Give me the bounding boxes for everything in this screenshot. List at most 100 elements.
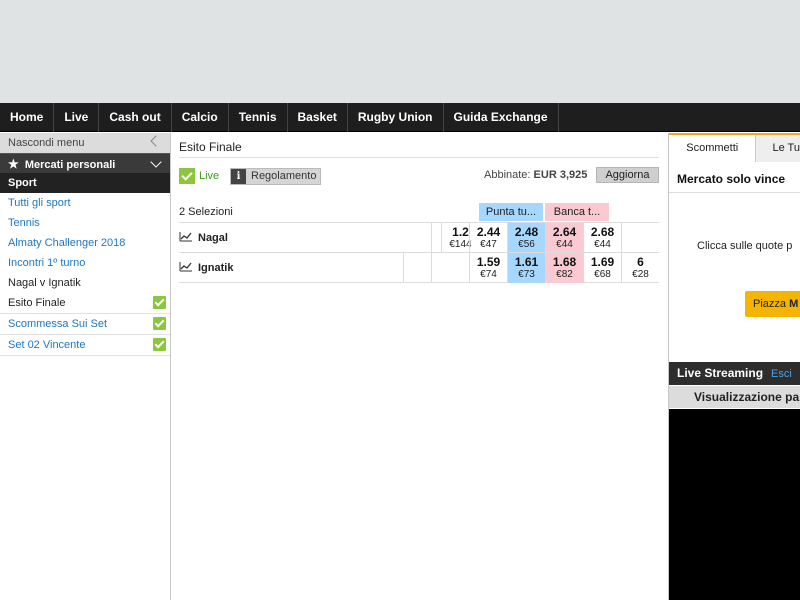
odds-size: €28 (632, 269, 649, 280)
hide-menu-toggle[interactable]: Nascondi menu (0, 133, 170, 153)
best-lay-odds-cell[interactable]: 1.68 €82 (545, 253, 583, 283)
chevron-left-icon (150, 135, 162, 147)
odds-size: €44 (594, 239, 611, 250)
odds-size: €44 (556, 239, 573, 250)
odds-price: 1.68 (552, 255, 577, 269)
runner-label: Ignatik (198, 262, 234, 274)
betslip-panel: Scommetti Le Tu Mercato solo vince Clicc… (668, 133, 800, 600)
selections-count: 2 Selezioni (179, 206, 233, 218)
place-bets-label: Piazza (753, 298, 787, 310)
odds-size: €82 (556, 269, 573, 280)
runner-name[interactable]: Ignatik (179, 261, 233, 274)
odds-cell[interactable] (431, 253, 469, 283)
sidebar-link-tennis[interactable]: Tennis (0, 213, 170, 233)
live-streaming-header: Live Streaming Esci (669, 362, 800, 385)
browser-blank-area (0, 0, 800, 103)
odds-size: €47 (480, 239, 497, 250)
odds-size: €73 (518, 269, 535, 280)
sidebar-link-round[interactable]: Incontri 1º turno (0, 253, 170, 273)
odds-price: 2.64 (552, 225, 577, 239)
odds-price: 2.68 (590, 225, 615, 239)
runner-row: Ignatik 1.59 €74 1.61 €73 1.68 €82 1.69 €68 … (179, 252, 659, 283)
chart-icon (179, 262, 192, 272)
sidebar-market-item[interactable]: Scommessa Sui Set (0, 314, 170, 335)
sidebar-market-label: Set 02 Vincente (8, 339, 86, 351)
betslip-market-name: Mercato solo vince (677, 172, 786, 186)
betslip-tabs: Scommetti Le Tu (669, 133, 800, 162)
hide-menu-label: Nascondi menu (8, 137, 85, 149)
best-back-odds-cell[interactable]: 2.48 €56 (507, 223, 545, 253)
place-bets-label-bold: M (789, 298, 799, 310)
nav-calcio[interactable]: Calcio (172, 103, 229, 132)
checkmark-icon[interactable] (153, 296, 166, 309)
favourite-markets-toggle[interactable]: ★ Mercati personali (0, 153, 170, 173)
odds-size: €74 (480, 269, 497, 280)
betslip-hint: Clicca sulle quote p (697, 240, 793, 252)
odds-cell[interactable]: 6 €28 (621, 253, 659, 283)
odds-price: 1.69 (590, 255, 615, 269)
video-player[interactable] (669, 409, 800, 600)
runner-row: Nagal 1.2 €144 2.44 €47 2.48 €56 2.64 €44 2.… (179, 222, 659, 253)
tab-my-bets[interactable]: Le Tu (756, 135, 800, 162)
sidebar-market-label: Scommessa Sui Set (8, 318, 108, 330)
odds-price: 6 (637, 255, 644, 269)
sidebar: Nascondi menu ★ Mercati personali Sport … (0, 133, 171, 600)
sidebar-market-item[interactable]: Set 02 Vincente (0, 335, 170, 356)
checkmark-icon[interactable] (153, 338, 166, 351)
odds-price: 1.59 (476, 255, 501, 269)
nav-cash-out[interactable]: Cash out (99, 103, 172, 132)
live-status: Live (199, 170, 220, 182)
odds-cell[interactable] (621, 223, 659, 253)
matched-label: Abbinate: (484, 169, 531, 181)
exit-streaming-link[interactable]: Esci (771, 368, 792, 380)
matched-value: EUR 3,925 (533, 169, 588, 181)
chart-icon (179, 232, 192, 242)
star-icon: ★ (8, 157, 19, 171)
runner-name[interactable]: Nagal (179, 231, 228, 244)
tab-place-bets[interactable]: Scommetti (669, 135, 757, 162)
sidebar-link-competition[interactable]: Almaty Challenger 2018 (0, 233, 170, 253)
divider (669, 192, 800, 193)
sidebar-current-event: Nagal v Ignatik (8, 277, 81, 289)
rules-button[interactable]: i Regolamento (230, 168, 321, 185)
odds-cell[interactable]: 2.44 €47 (469, 223, 507, 253)
lay-all-button[interactable]: Banca t... (545, 203, 609, 221)
market-panel: Esito Finale Live i Regolamento Abbinate:… (172, 133, 667, 600)
live-checkmark-icon (179, 168, 195, 184)
top-navigation: Home Live Cash out Calcio Tennis Basket … (0, 103, 800, 132)
nav-home[interactable]: Home (0, 103, 55, 132)
info-icon: i (231, 169, 246, 184)
market-title: Esito Finale (179, 140, 242, 154)
sidebar-link-all-sports[interactable]: Tutti gli sport (0, 193, 170, 213)
nav-rugby-union[interactable]: Rugby Union (348, 103, 444, 132)
odds-cell[interactable]: 2.68 €44 (583, 223, 621, 253)
back-all-button[interactable]: Punta tu... (479, 203, 543, 221)
matched-amount: Abbinate: EUR 3,925 (484, 168, 587, 183)
odds-price: 2.48 (514, 225, 539, 239)
best-lay-odds-cell[interactable]: 2.64 €44 (545, 223, 583, 253)
odds-size: €56 (518, 239, 535, 250)
runner-label: Nagal (198, 232, 228, 244)
nav-guida-exchange[interactable]: Guida Exchange (444, 103, 559, 132)
nav-basket[interactable]: Basket (288, 103, 348, 132)
checkmark-icon[interactable] (153, 317, 166, 330)
place-bets-button[interactable]: Piazza M (745, 291, 800, 317)
sidebar-section-sport: Sport (0, 173, 170, 193)
odds-cell[interactable]: 1.69 €68 (583, 253, 621, 283)
odds-price: 2.44 (476, 225, 501, 239)
rules-label: Regolamento (251, 170, 317, 182)
odds-price: 1.61 (514, 255, 539, 269)
chevron-down-icon (150, 156, 162, 168)
refresh-button[interactable]: Aggiorna (596, 167, 659, 183)
nav-tennis[interactable]: Tennis (229, 103, 288, 132)
live-streaming-label: Live Streaming (677, 366, 764, 380)
divider (179, 157, 659, 158)
odds-cell[interactable]: 1.59 €74 (469, 253, 507, 283)
sidebar-market-label: Esito Finale (8, 297, 66, 309)
visualization-bar[interactable]: Visualizzazione par (669, 386, 800, 408)
best-back-odds-cell[interactable]: 1.61 €73 (507, 253, 545, 283)
sidebar-market-item[interactable]: Esito Finale (0, 293, 170, 314)
nav-live[interactable]: Live (54, 103, 100, 132)
odds-size: €68 (594, 269, 611, 280)
favourite-markets-label: Mercati personali (24, 159, 116, 171)
